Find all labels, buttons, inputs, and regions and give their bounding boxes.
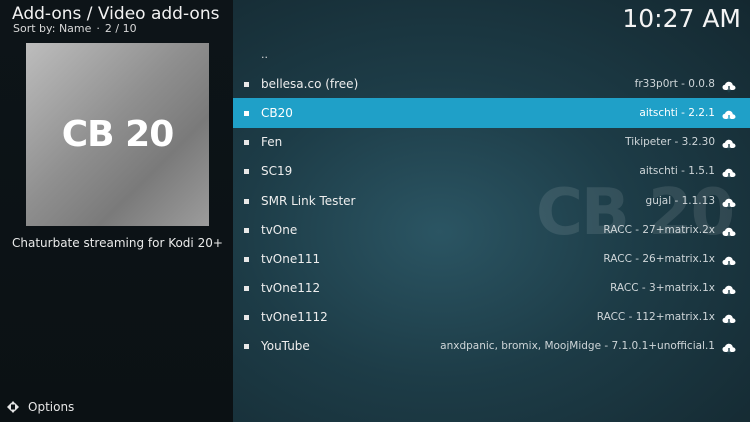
- cloud-download-icon: [722, 107, 736, 126]
- list-item[interactable]: YouTube anxdpanic, bromix, MoojMidge - 7.…: [233, 332, 750, 361]
- list-item[interactable]: Fen Tikipeter - 3.2.30: [233, 128, 750, 157]
- list-item-author-version: RACC - 3+matrix.1x: [610, 282, 715, 295]
- sort-separator: ·: [96, 22, 100, 35]
- cloud-download-icon: [722, 282, 736, 301]
- list-item-name: tvOne111: [261, 251, 321, 266]
- list-item[interactable]: tvOne RACC - 27+matrix.2x: [233, 215, 750, 244]
- options-label: Options: [28, 400, 75, 414]
- list-item-bullet: [244, 315, 249, 321]
- list-item-author-version: RACC - 26+matrix.1x: [603, 252, 715, 265]
- list-item[interactable]: SMR Link Tester gujal - 1.1.13: [233, 186, 750, 215]
- list-item-name: bellesa.co (free): [261, 76, 359, 91]
- sort-label[interactable]: Sort by: Name: [13, 22, 91, 35]
- list-item-name: Fen: [261, 135, 283, 150]
- item-position: 2 / 10: [104, 22, 137, 35]
- page-title: Add-ons / Video add-ons: [12, 4, 220, 24]
- kodi-addons-window: CB 20 Add-ons / Video add-ons Sort by: N…: [0, 0, 750, 422]
- list-item-author-version: fr33p0rt - 0.0.8: [634, 77, 715, 90]
- list-item[interactable]: bellesa.co (free) fr33p0rt - 0.0.8: [233, 69, 750, 98]
- cloud-download-icon: [722, 253, 736, 272]
- cloud-download-icon: [722, 311, 736, 330]
- cloud-download-icon: [722, 195, 736, 214]
- list-item-name: SC19: [261, 164, 293, 179]
- list-item-author-version: aitschti - 1.5.1: [639, 165, 715, 178]
- thumbnail-logo-text: CB 20: [61, 114, 174, 155]
- list-item-author-version: aitschti - 2.2.1: [639, 106, 715, 119]
- list-item-name: tvOne112: [261, 281, 321, 296]
- list-item-bullet: [244, 140, 249, 146]
- parent-directory-item[interactable]: ..: [233, 40, 750, 69]
- list-item-bullet: [244, 344, 249, 350]
- addon-list: .. bellesa.co (free) fr33p0rt - 0.0.8 CB20…: [233, 40, 750, 361]
- list-item[interactable]: SC19 aitschti - 1.5.1: [233, 157, 750, 186]
- list-item-name: YouTube: [261, 339, 310, 354]
- list-item-author-version: RACC - 27+matrix.2x: [603, 223, 715, 236]
- list-item[interactable]: tvOne111 RACC - 26+matrix.1x: [233, 244, 750, 273]
- list-item-author-version: RACC - 112+matrix.1x: [596, 311, 715, 324]
- options-button[interactable]: Options: [6, 400, 74, 414]
- list-item-bullet: [244, 286, 249, 292]
- list-item-bullet: [244, 169, 249, 175]
- options-arrows-icon: [6, 400, 20, 414]
- cloud-download-icon: [722, 136, 736, 155]
- list-item-name: tvOne: [261, 222, 298, 237]
- list-item-name: CB20: [261, 105, 293, 120]
- list-item[interactable]: CB20 aitschti - 2.2.1: [233, 98, 750, 128]
- clock: 10:27 AM: [622, 4, 741, 33]
- parent-directory-label: ..: [261, 48, 268, 62]
- list-item-bullet: [244, 256, 249, 262]
- list-item-author-version: Tikipeter - 3.2.30: [625, 136, 715, 149]
- list-item-author-version: anxdpanic, bromix, MoojMidge - 7.1.0.1+u…: [440, 340, 715, 353]
- list-item-bullet: [244, 198, 249, 204]
- list-item-bullet: [244, 227, 249, 233]
- list-item-name: tvOne1112: [261, 310, 328, 325]
- list-item[interactable]: tvOne112 RACC - 3+matrix.1x: [233, 274, 750, 303]
- sort-info: Sort by: Name · 2 / 10: [13, 22, 137, 35]
- list-item-name: SMR Link Tester: [261, 193, 356, 208]
- list-item[interactable]: tvOne1112 RACC - 112+matrix.1x: [233, 303, 750, 332]
- list-item-bullet: [244, 110, 249, 116]
- addon-description: Chaturbate streaming for Kodi 20+: [12, 236, 223, 250]
- list-item-bullet: [244, 81, 249, 87]
- addon-thumbnail: CB 20: [26, 43, 209, 226]
- cloud-download-icon: [722, 340, 736, 359]
- cloud-download-icon: [722, 224, 736, 243]
- list-item-author-version: gujal - 1.1.13: [645, 194, 715, 207]
- cloud-download-icon: [722, 165, 736, 184]
- cloud-download-icon: [722, 78, 736, 97]
